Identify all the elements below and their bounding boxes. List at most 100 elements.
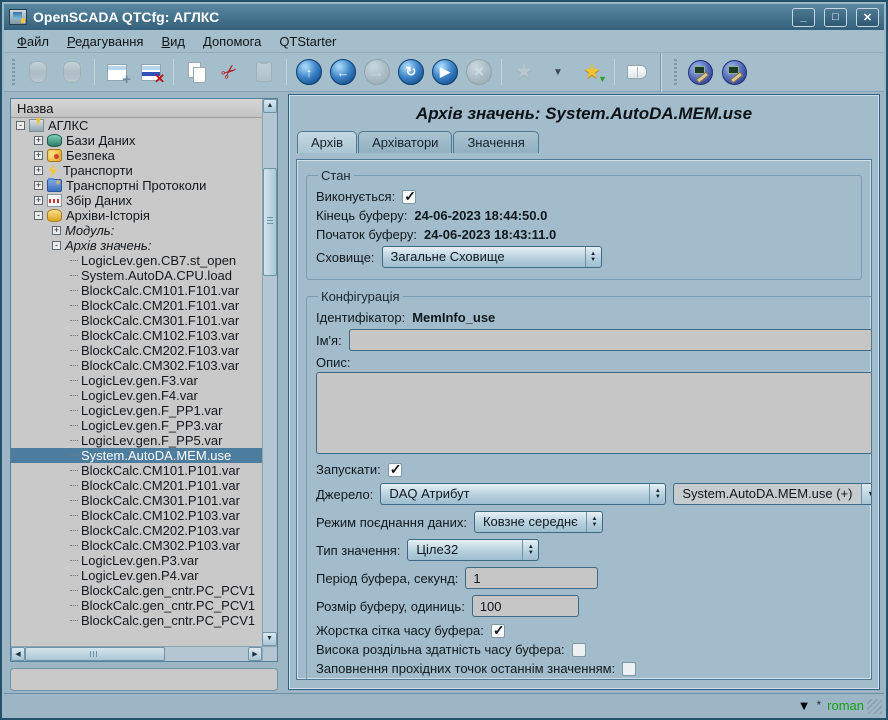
chevron-down-icon[interactable] xyxy=(861,484,872,504)
favorites-dropdown-button[interactable]: ▼ xyxy=(543,57,573,87)
start-checkbox[interactable] xyxy=(388,463,402,477)
copy-item-button[interactable] xyxy=(181,57,211,87)
menu-view[interactable]: Вид xyxy=(152,31,194,52)
running-checkbox[interactable] xyxy=(402,190,416,204)
tree-item[interactable]: System.AutoDA.MEM.use xyxy=(11,448,262,463)
delete-item-button[interactable] xyxy=(136,57,166,87)
menu-edit[interactable]: Редагування xyxy=(58,31,153,52)
tab-archive[interactable]: Архів xyxy=(297,131,357,153)
scroll-down-button[interactable]: ▼ xyxy=(262,632,277,646)
tree-expander[interactable] xyxy=(34,211,43,220)
high-resolution-checkbox[interactable] xyxy=(572,643,586,657)
start-periodic-update-button[interactable]: ▶ xyxy=(430,57,460,87)
scroll-right-button[interactable]: ▶ xyxy=(248,647,262,661)
manual-button[interactable] xyxy=(622,57,652,87)
tree-item[interactable]: BlockCalc.CM102.P103.var xyxy=(11,508,262,523)
vertical-scroll-handle[interactable] xyxy=(263,168,277,276)
tree-item[interactable]: BlockCalc.CM202.F103.var xyxy=(11,343,262,358)
tree-item[interactable]: Транспорти xyxy=(11,163,262,178)
tree-item[interactable]: LogicLev.gen.F3.var xyxy=(11,373,262,388)
tree-item[interactable]: BlockCalc.CM201.P101.var xyxy=(11,478,262,493)
scroll-left-button[interactable]: ◀ xyxy=(11,647,25,661)
tree-item[interactable]: BlockCalc.CM302.P103.var xyxy=(11,538,262,553)
close-button[interactable]: ✕ xyxy=(856,8,879,27)
tab-archivators[interactable]: Архіватори xyxy=(358,131,452,153)
add-item-button[interactable] xyxy=(102,57,132,87)
tree-item[interactable]: BlockCalc.CM102.F103.var xyxy=(11,328,262,343)
go-up-button[interactable]: ↑ xyxy=(294,57,324,87)
tree-item[interactable]: BlockCalc.CM201.F101.var xyxy=(11,298,262,313)
horizontal-scroll-track[interactable] xyxy=(165,647,248,661)
qtstarter-toolbar-handle[interactable] xyxy=(672,59,679,85)
current-user[interactable]: roman xyxy=(827,698,864,713)
tree-item[interactable]: Архіви-Історія xyxy=(11,208,262,223)
resize-grip[interactable] xyxy=(867,699,882,714)
description-textarea[interactable] xyxy=(316,372,872,454)
buffer-period-input[interactable] xyxy=(465,567,598,589)
spinner-icon[interactable] xyxy=(586,512,602,532)
tree-item[interactable]: Безпека xyxy=(11,148,262,163)
tree-filter-input[interactable] xyxy=(10,668,278,691)
tree-item[interactable]: LogicLev.gen.P4.var xyxy=(11,568,262,583)
value-type-combobox[interactable]: Ціле32 xyxy=(407,539,539,561)
tree-item[interactable]: BlockCalc.CM301.F101.var xyxy=(11,313,262,328)
add-favorite-button[interactable]: ★ xyxy=(577,57,607,87)
tree-expander[interactable] xyxy=(34,151,43,160)
tab-values[interactable]: Значення xyxy=(453,131,538,153)
source-value-combobox[interactable]: System.AutoDA.MEM.use (+) xyxy=(673,483,872,505)
combine-mode-combobox[interactable]: Ковзне середнє xyxy=(474,511,603,533)
expand-status-icon[interactable]: ▼ xyxy=(798,698,811,713)
scroll-up-button[interactable]: ▲ xyxy=(263,99,277,113)
tree-item[interactable]: Збір Даних xyxy=(11,193,262,208)
tree-item[interactable]: System.AutoDA.CPU.load xyxy=(11,268,262,283)
tree-item[interactable]: Транспортні Протоколи xyxy=(11,178,262,193)
tree-item[interactable]: LogicLev.gen.F_PP5.var xyxy=(11,433,262,448)
source-type-combobox[interactable]: DAQ Атрибут xyxy=(380,483,666,505)
buffer-size-input[interactable] xyxy=(472,595,579,617)
vision-develop-button[interactable] xyxy=(685,57,715,87)
vision-runtime-button[interactable] xyxy=(719,57,749,87)
tree-item[interactable]: LogicLev.gen.F_PP1.var xyxy=(11,403,262,418)
tree-item[interactable]: BlockCalc.gen_cntr.PC_PCV1 xyxy=(11,583,262,598)
minimize-button[interactable]: _ xyxy=(792,8,815,27)
menu-qtstarter[interactable]: QTStarter xyxy=(270,31,345,52)
toolbar-handle[interactable] xyxy=(10,59,17,85)
tree-item[interactable]: LogicLev.gen.P3.var xyxy=(11,553,262,568)
spinner-icon[interactable] xyxy=(585,247,601,267)
tree-expander[interactable] xyxy=(34,196,43,205)
tree-expander[interactable] xyxy=(52,241,61,250)
tree-item[interactable]: Архів значень: xyxy=(11,238,262,253)
tree-item[interactable]: LogicLev.gen.F_PP3.var xyxy=(11,418,262,433)
fill-last-checkbox[interactable] xyxy=(622,662,636,676)
tree-expander[interactable] xyxy=(34,181,43,190)
tree-item[interactable]: Бази Даних xyxy=(11,133,262,148)
tree-vertical-scrollbar[interactable]: ▲ xyxy=(262,99,277,646)
tree-expander[interactable] xyxy=(52,226,61,235)
spinner-icon[interactable] xyxy=(649,484,665,504)
tree-item[interactable]: BlockCalc.CM202.P103.var xyxy=(11,523,262,538)
tree-horizontal-scrollbar[interactable]: ◀ ▶ xyxy=(11,646,262,661)
tree-item[interactable]: АГЛКС xyxy=(11,118,262,133)
tree-item[interactable]: BlockCalc.gen_cntr.PC_PCV1 xyxy=(11,613,262,628)
storage-combobox[interactable]: Загальне Сховище xyxy=(382,246,602,268)
tree-expander[interactable] xyxy=(34,166,43,175)
spinner-icon[interactable] xyxy=(522,540,538,560)
tree-expander[interactable] xyxy=(34,136,43,145)
tree-item[interactable]: BlockCalc.CM302.F103.var xyxy=(11,358,262,373)
horizontal-scroll-handle[interactable] xyxy=(25,647,165,661)
tree-item[interactable]: BlockCalc.CM301.P101.var xyxy=(11,493,262,508)
go-back-button[interactable]: ← xyxy=(328,57,358,87)
menu-help[interactable]: Допомога xyxy=(194,31,270,52)
tree-item[interactable]: BlockCalc.CM101.F101.var xyxy=(11,283,262,298)
tree-item[interactable]: LogicLev.gen.CB7.st_open xyxy=(11,253,262,268)
tree-item[interactable]: LogicLev.gen.F4.var xyxy=(11,388,262,403)
hard-grid-checkbox[interactable] xyxy=(491,624,505,638)
maximize-button[interactable]: □ xyxy=(824,8,847,27)
tree-item[interactable]: Модуль: xyxy=(11,223,262,238)
refresh-button[interactable]: ↻ xyxy=(396,57,426,87)
tree-item[interactable]: BlockCalc.gen_cntr.PC_PCV1 xyxy=(11,598,262,613)
name-input[interactable] xyxy=(349,329,872,351)
cut-item-button[interactable]: ✂ xyxy=(215,57,245,87)
tree-item[interactable]: BlockCalc.CM101.P101.var xyxy=(11,463,262,478)
menu-file[interactable]: Файл xyxy=(8,31,58,52)
